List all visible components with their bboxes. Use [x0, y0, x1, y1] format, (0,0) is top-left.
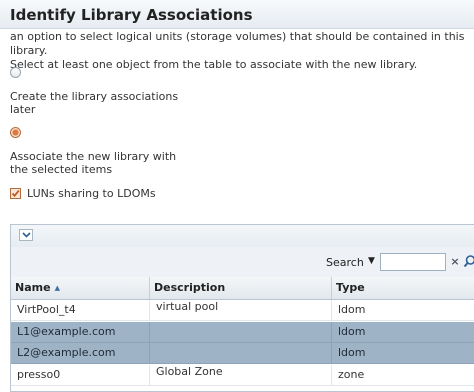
chevron-down-icon	[22, 231, 31, 239]
cell-name: L1@example.com	[11, 322, 150, 342]
associations-table-panel: Search ▼ × Name ▲ Description Type VirtPo…	[10, 224, 474, 392]
cell-type: ldom	[332, 322, 474, 342]
expand-button[interactable]	[19, 229, 33, 241]
cell-description: virtual pool	[150, 300, 332, 320]
table-row-selected[interactable]: L1@example.com ldom	[11, 322, 474, 343]
radio-associate-selected-label-line-1: Associate the new library with	[10, 150, 176, 163]
search-bar: Search ▼ ×	[11, 247, 474, 278]
luns-sharing-checkbox[interactable]	[10, 188, 21, 199]
table-row[interactable]: VirtPool_t4 virtual pool ldom	[11, 300, 474, 321]
radio-create-later-label-line-2: later	[10, 103, 178, 116]
cell-type: ldom	[332, 300, 474, 320]
cell-type: ldom	[332, 343, 474, 363]
table-header: Name ▲ Description Type	[11, 277, 474, 300]
radio-associate-selected[interactable]	[10, 127, 21, 138]
search-label: Search	[326, 256, 364, 269]
page-header: Identify Library Associations	[0, 0, 474, 29]
cell-description	[150, 343, 332, 363]
radio-create-later-label-line-1: Create the library associations	[10, 90, 178, 103]
search-icon[interactable]	[463, 253, 474, 271]
radio-associate-selected-label: Associate the new library with the selec…	[10, 150, 176, 176]
column-header-description[interactable]: Description	[150, 277, 332, 299]
cell-type: zone	[332, 365, 474, 385]
table-toolbar	[11, 225, 474, 248]
instructions-line-2: Select at least one object from the tabl…	[10, 58, 470, 72]
column-type-label: Type	[336, 281, 365, 294]
radio-create-later-label: Create the library associations later	[10, 90, 178, 116]
table-row-selected[interactable]: L2@example.com ldom	[11, 343, 474, 364]
column-header-name[interactable]: Name ▲	[11, 277, 150, 299]
luns-sharing-label: LUNs sharing to LDOMs	[27, 187, 156, 200]
instructions-text: an option to select logical units (stora…	[10, 30, 470, 72]
radio-create-later[interactable]	[10, 67, 21, 78]
column-header-type[interactable]: Type	[332, 277, 474, 299]
cell-description: Global Zone	[150, 365, 332, 385]
cell-name: presso0	[11, 365, 150, 385]
sort-ascending-icon[interactable]: ▲	[55, 284, 60, 292]
search-input[interactable]	[380, 253, 446, 271]
table-row[interactable]: presso0 Global Zone zone	[11, 365, 474, 386]
radio-associate-selected-label-line-2: the selected items	[10, 163, 176, 176]
search-scope-dropdown[interactable]: ▼	[368, 256, 375, 266]
instructions-line-1: an option to select logical units (stora…	[10, 30, 470, 58]
clear-icon[interactable]: ×	[449, 254, 461, 270]
cell-description	[150, 322, 332, 342]
cell-name: L2@example.com	[11, 343, 150, 363]
column-description-label: Description	[154, 281, 225, 294]
page-title: Identify Library Associations	[10, 6, 253, 24]
column-name-label: Name	[15, 281, 51, 294]
cell-name: VirtPool_t4	[11, 300, 150, 320]
checkmark-icon	[11, 189, 20, 198]
